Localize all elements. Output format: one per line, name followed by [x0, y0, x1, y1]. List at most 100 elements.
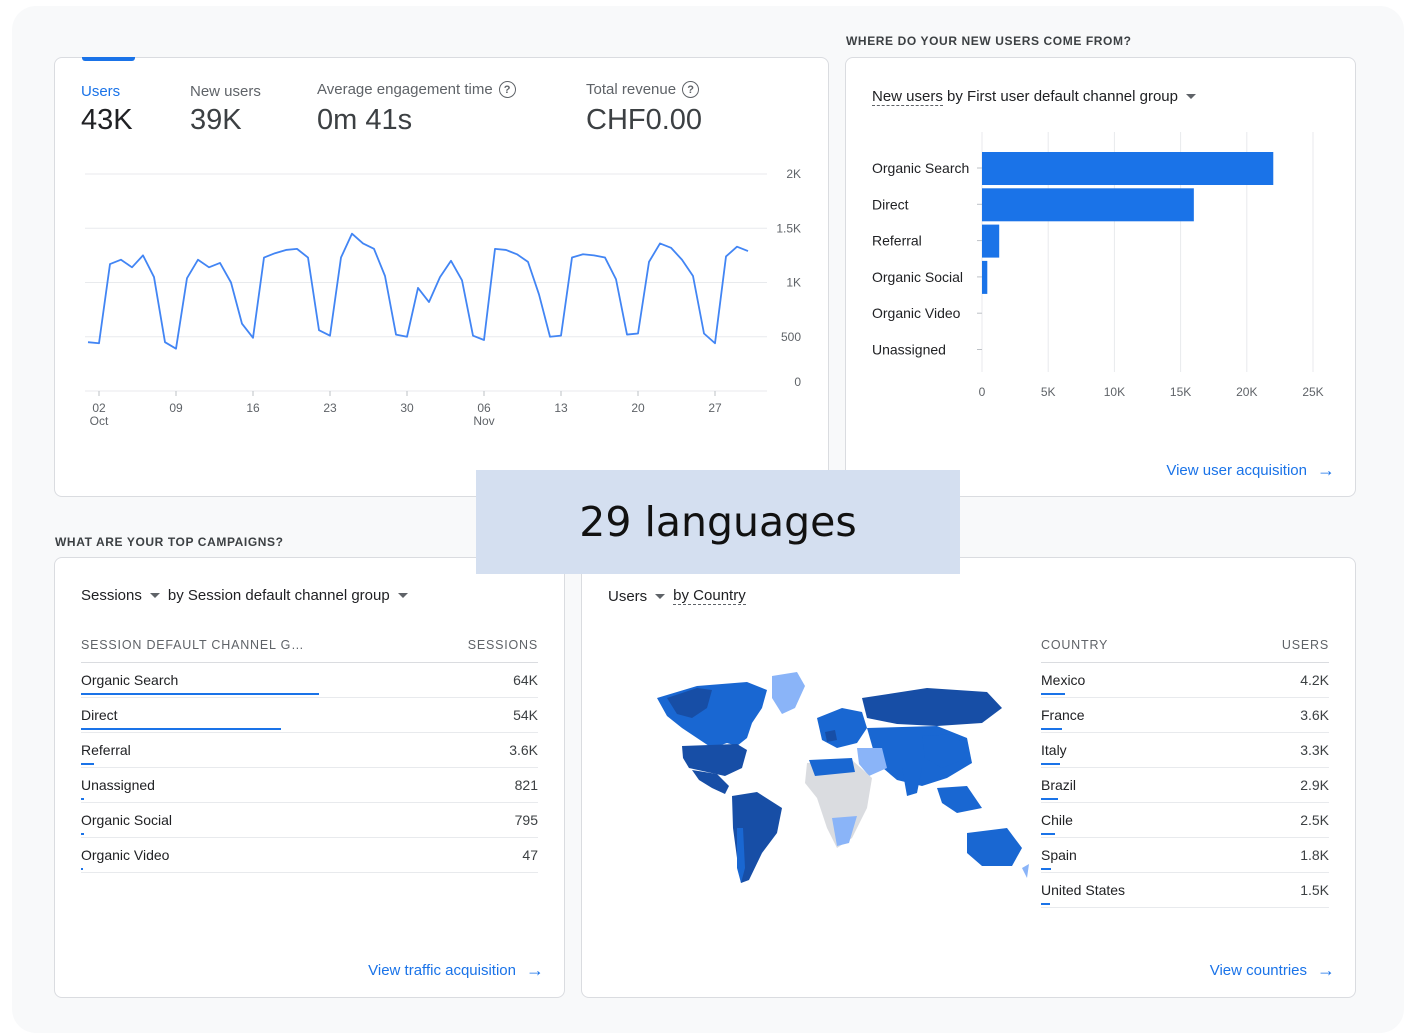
table-row[interactable]: Referral 3.6K [81, 733, 538, 768]
metric-users-label[interactable]: Users [81, 83, 120, 100]
languages-overlay-banner: 29 languages [476, 470, 960, 574]
help-icon[interactable]: ? [498, 81, 516, 98]
row-value: 3.3K [1300, 742, 1329, 758]
table-row[interactable]: Mexico 4.2K [1041, 663, 1329, 698]
channel-bar[interactable] [982, 188, 1194, 222]
dropdown-caret-icon[interactable] [149, 593, 160, 598]
table-row[interactable]: Italy 3.3K [1041, 733, 1329, 768]
bar-category-label: Organic Video [872, 305, 961, 321]
y-tick-label: 0 [794, 375, 801, 389]
map-russia [862, 688, 1002, 726]
y-tick-label: 2K [786, 167, 801, 181]
dimension-selector[interactable]: by Session default channel group [168, 587, 390, 604]
col-header-channel[interactable]: SESSION DEFAULT CHANNEL G… [81, 638, 304, 652]
row-share-bar [81, 728, 281, 730]
overview-card: Users 43K New users 39K Average engageme… [54, 57, 829, 497]
dropdown-caret-icon[interactable] [655, 593, 666, 599]
row-value: 2.5K [1300, 812, 1329, 828]
metric-new-users-value[interactable]: 39K [190, 104, 242, 137]
table-row[interactable]: Organic Social 795 [81, 803, 538, 838]
x-tick-label: 5K [1041, 385, 1056, 399]
bar-category-label: Direct [872, 196, 909, 212]
channel-bar[interactable] [982, 260, 988, 294]
row-value: 821 [514, 777, 538, 793]
table-row[interactable]: Chile 2.5K [1041, 803, 1329, 838]
view-traffic-acquisition-link[interactable]: View traffic acquisition → [368, 960, 544, 981]
row-label: Spain [1041, 847, 1077, 863]
row-label: Mexico [1041, 672, 1086, 688]
channel-bar[interactable] [982, 224, 1000, 258]
row-value: 4.2K [1300, 672, 1329, 688]
acquisition-section-title: WHERE DO YOUR NEW USERS COME FROM? [846, 34, 1132, 48]
view-countries-link[interactable]: View countries → [1210, 960, 1335, 981]
row-label: United States [1041, 882, 1126, 898]
bar-category-label: Referral [872, 233, 922, 249]
help-icon[interactable]: ? [682, 81, 700, 98]
users-line-chart[interactable]: 0 500 1K 1.5K 2K 02Oct 09 16 23 30 06Nov 13 20 27 [55, 158, 828, 458]
users-series-line[interactable] [87, 232, 749, 350]
col-header-sessions[interactable]: SESSIONS [468, 638, 538, 652]
table-row[interactable]: Brazil 2.9K [1041, 768, 1329, 803]
y-tick-label: 1.5K [776, 221, 801, 235]
row-share-bar [1041, 903, 1050, 905]
bar-category-label: Organic Search [872, 160, 969, 176]
dimension-selector[interactable]: by Country [673, 587, 746, 605]
table-row[interactable]: Direct 54K [81, 698, 538, 733]
row-value: 3.6K [509, 742, 538, 758]
active-metric-indicator [82, 57, 135, 61]
table-row[interactable]: France 3.6K [1041, 698, 1329, 733]
row-share-bar [81, 763, 95, 765]
channel-bar-chart[interactable]: 0 5K 10K 15K 20K 25K Organic Search Direct Refer… [846, 132, 1355, 422]
acquisition-card: New users by First user default channel … [845, 57, 1356, 497]
row-share-bar [1041, 763, 1060, 765]
map-usa [682, 744, 747, 776]
y-tick-label: 1K [786, 276, 801, 290]
map-france [825, 730, 837, 742]
x-tick-label: 0 [979, 385, 986, 399]
row-label: Organic Search [81, 672, 179, 688]
metric-new-users-label[interactable]: New users [190, 83, 261, 100]
channel-bar[interactable] [982, 152, 1274, 185]
row-label: France [1041, 707, 1085, 723]
map-north-america [657, 682, 767, 748]
map-australia [967, 828, 1022, 866]
arrow-right-icon: → [1317, 460, 1335, 480]
row-label: Italy [1041, 742, 1067, 758]
arrow-right-icon: → [1317, 960, 1335, 980]
campaigns-card: Sessions by Session default channel grou… [54, 557, 565, 998]
countries-metric-selector[interactable]: Users by Country [608, 587, 746, 605]
table-row[interactable]: Organic Video 47 [81, 838, 538, 873]
metric-revenue-value[interactable]: CHF0.00 [586, 104, 702, 137]
row-share-bar [1041, 833, 1056, 835]
view-user-acquisition-link[interactable]: View user acquisition → [1166, 460, 1335, 481]
x-tick-month-label: Nov [473, 414, 494, 428]
x-tick-label: 25K [1302, 385, 1323, 399]
map-greenland [772, 672, 805, 714]
acquisition-dimension-selector[interactable]: New users by First user default channel … [872, 88, 1196, 106]
metric-engagement-value[interactable]: 0m 41s [317, 104, 412, 137]
bar-category-label: Organic Social [872, 269, 963, 285]
row-share-bar [1041, 868, 1052, 870]
table-row[interactable]: United States 1.5K [1041, 873, 1329, 908]
table-row[interactable]: Spain 1.8K [1041, 838, 1329, 873]
metric-users-value[interactable]: 43K [81, 104, 133, 137]
table-row[interactable]: Organic Search 64K [81, 663, 538, 698]
x-tick-label: 06 [477, 401, 491, 415]
col-header-users[interactable]: USERS [1282, 638, 1329, 652]
x-tick-label: 02 [92, 401, 106, 415]
x-tick-label: 09 [169, 401, 183, 415]
metric-engagement-label[interactable]: Average engagement time ? [317, 81, 516, 98]
dropdown-caret-icon[interactable] [397, 593, 408, 598]
world-map[interactable] [637, 668, 1037, 908]
dropdown-caret-icon[interactable] [1186, 94, 1196, 99]
map-india [902, 768, 922, 796]
row-value: 795 [514, 812, 538, 828]
table-row[interactable]: Unassigned 821 [81, 768, 538, 803]
metric-revenue-label[interactable]: Total revenue ? [586, 81, 700, 98]
map-new-zealand [1022, 864, 1029, 878]
col-header-country[interactable]: COUNTRY [1041, 638, 1108, 652]
row-value: 1.5K [1300, 882, 1329, 898]
campaigns-metric-selector[interactable]: Sessions by Session default channel grou… [81, 587, 408, 604]
row-label: Unassigned [81, 777, 155, 793]
metric-selector[interactable]: New users [872, 88, 943, 106]
